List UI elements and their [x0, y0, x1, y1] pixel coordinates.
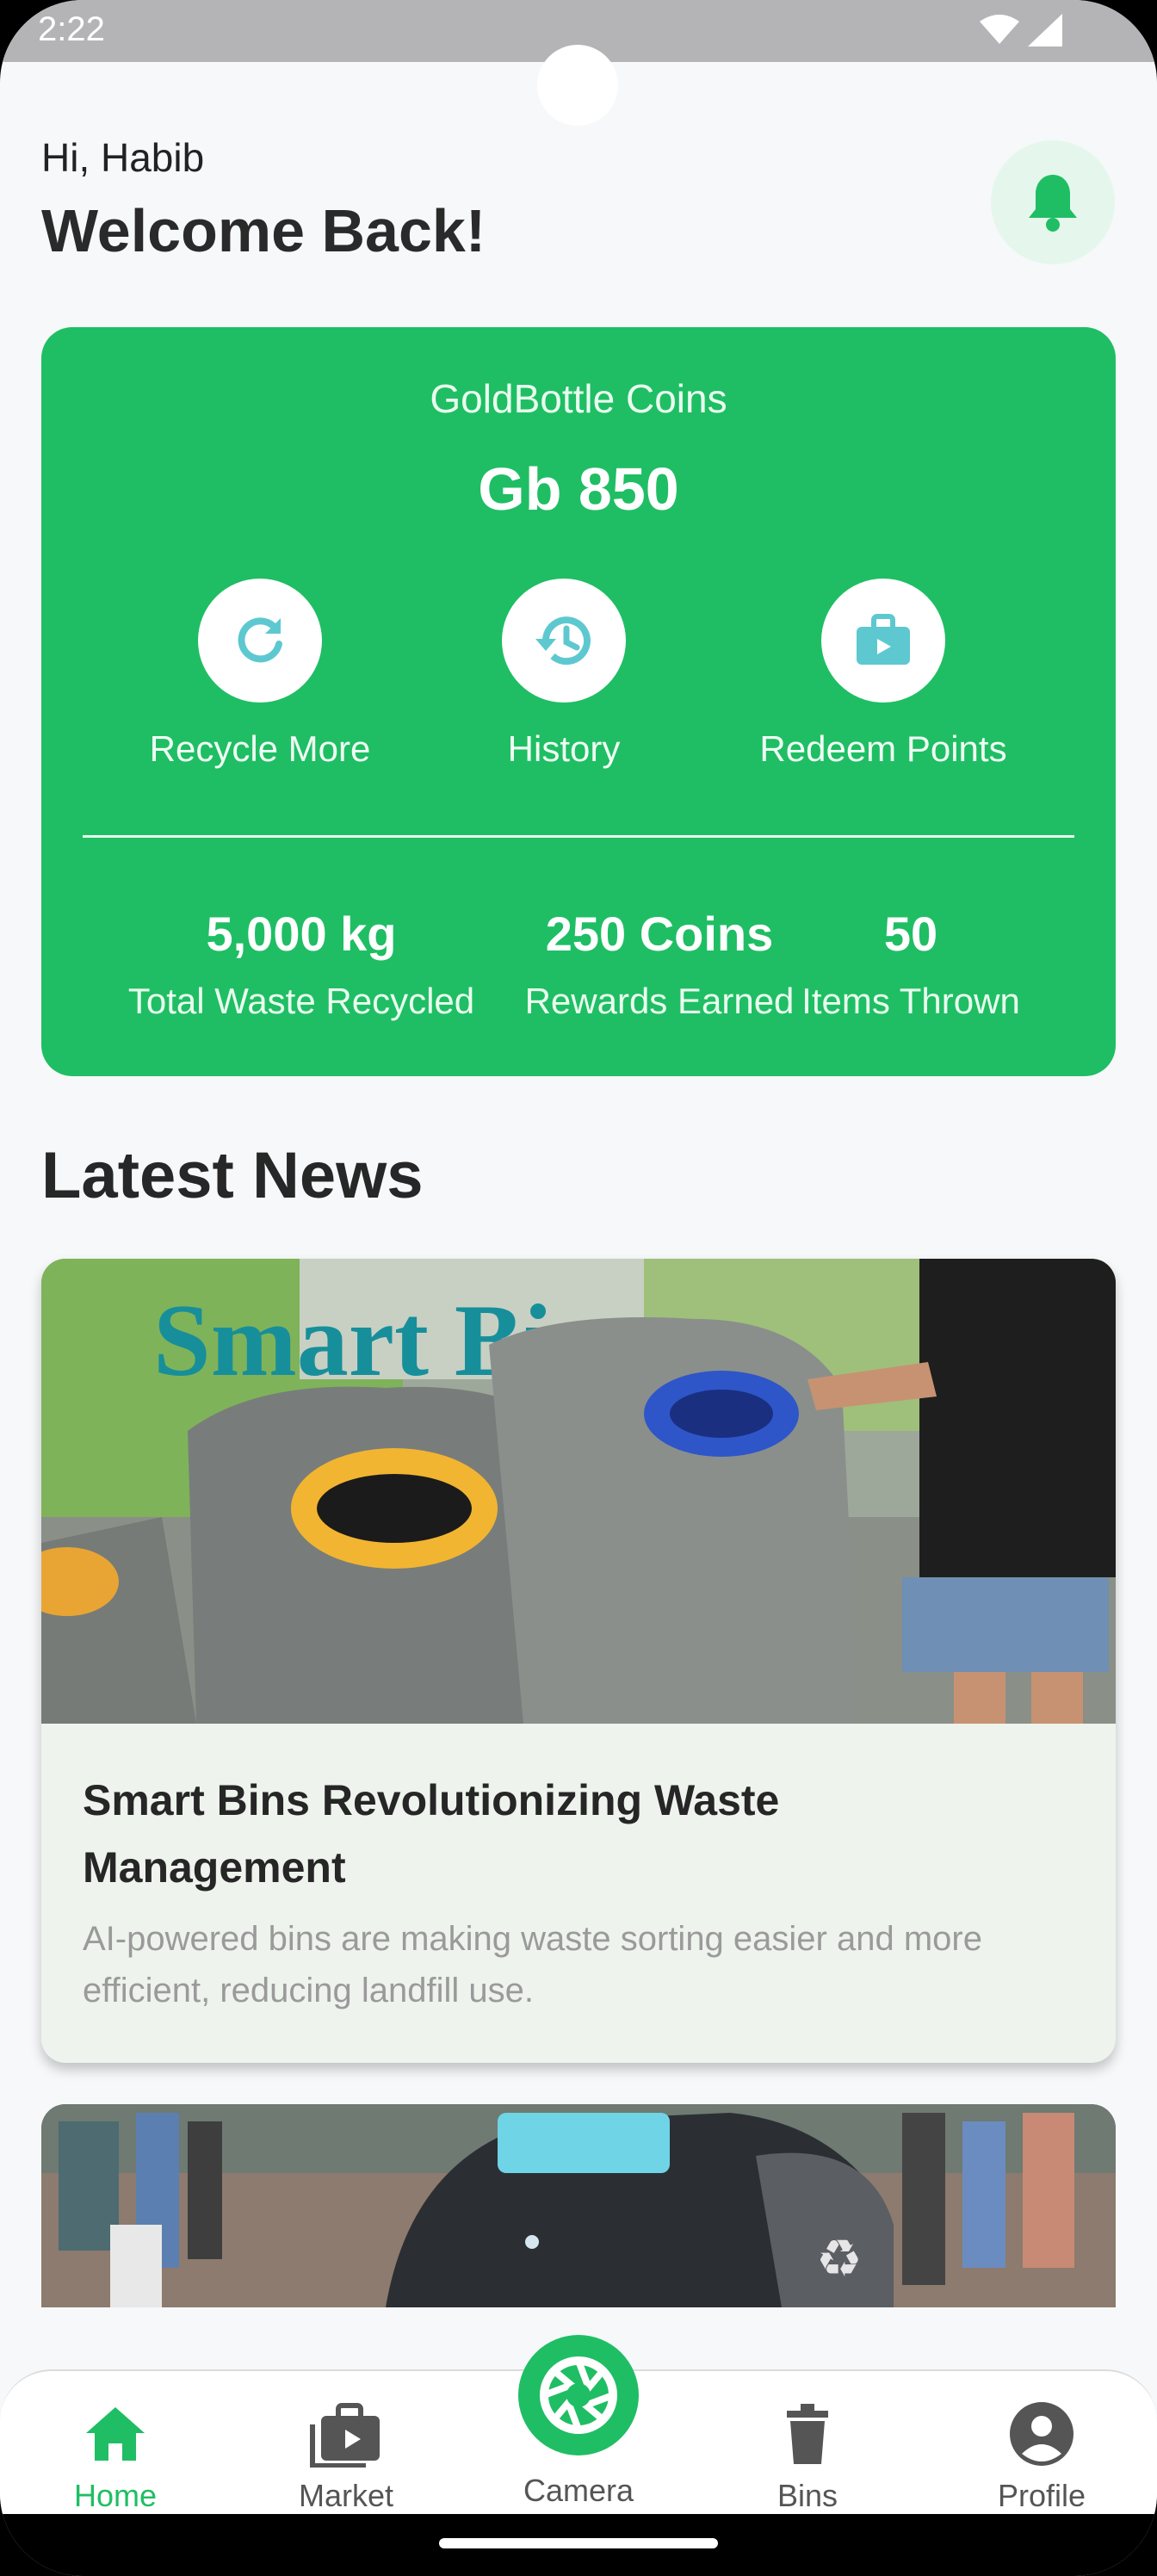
news-card[interactable]: Smart Bins Smart Bins Revolutionizing Wa… — [41, 1259, 1116, 2063]
market-icon — [310, 2403, 380, 2468]
history-button[interactable]: History — [426, 579, 702, 770]
news-heading: Latest News — [41, 1139, 424, 1212]
bell-icon — [1029, 175, 1077, 232]
briefcase-icon — [857, 614, 910, 665]
news-title: Smart Bins Revolutionizing Waste Managem… — [83, 1776, 780, 1892]
nav-home-label: Home — [73, 2478, 158, 2513]
stat-value: 5,000 kg — [206, 907, 397, 961]
stat-total-waste: 5,000 kg Total Waste Recycled — [112, 906, 491, 1022]
nav-market[interactable]: Market — [231, 2397, 461, 2514]
nav-bins-label: Bins — [776, 2478, 838, 2513]
front-camera — [537, 45, 618, 126]
news-image: Smart Bins — [41, 1259, 1116, 1724]
news-image: ♻ — [41, 2104, 1116, 2307]
recycle-symbol: ♻ — [816, 2229, 863, 2289]
nav-camera-label: Camera — [523, 2473, 634, 2508]
signal-icon — [1028, 14, 1062, 46]
phone-screen: 2:22 Hi, Habib Welcome Back! GoldBottle … — [0, 0, 1157, 2576]
redeem-points-label: Redeem Points — [759, 728, 1007, 769]
stat-label: Total Waste Recycled — [127, 981, 475, 1021]
redeem-points-button[interactable]: Redeem Points — [746, 579, 1021, 770]
coins-card: GoldBottle Coins Gb 850 Recycle More His… — [41, 327, 1116, 1076]
stat-value: 50 — [883, 907, 938, 961]
news-description: AI-powered bins are making waste sorting… — [83, 1920, 982, 2009]
greeting-text: Hi, Habib — [41, 135, 205, 180]
status-icons — [980, 14, 1062, 46]
nav-bins[interactable]: Bins — [692, 2397, 923, 2514]
stat-label: Items Thrown — [801, 981, 1020, 1021]
coins-balance: Gb 850 — [478, 455, 679, 523]
history-icon — [535, 616, 591, 666]
nav-home[interactable]: Home — [0, 2397, 231, 2514]
trash-icon — [787, 2404, 828, 2464]
refresh-icon — [238, 617, 282, 663]
camera-button[interactable] — [518, 2335, 639, 2455]
recycle-more-label: Recycle More — [149, 728, 371, 769]
home-icon — [86, 2407, 145, 2461]
notifications-button[interactable] — [991, 140, 1115, 264]
camera-shutter-icon — [540, 2356, 617, 2434]
recycle-more-button[interactable]: Recycle More — [122, 579, 398, 770]
nav-profile[interactable]: Profile — [926, 2397, 1157, 2514]
news-card[interactable]: ♻ — [41, 2104, 1116, 2307]
profile-icon — [1010, 2402, 1073, 2466]
page-title: Welcome Back! — [41, 197, 486, 264]
card-divider — [83, 835, 1074, 838]
status-time: 2:22 — [38, 10, 105, 48]
nav-profile-label: Profile — [997, 2478, 1086, 2513]
coins-label: GoldBottle Coins — [430, 376, 727, 421]
history-label: History — [507, 728, 621, 769]
home-gesture-bar[interactable] — [439, 2538, 718, 2548]
stat-items-thrown: 50 Items Thrown — [764, 906, 1057, 1022]
nav-market-label: Market — [298, 2478, 394, 2513]
wifi-icon — [980, 15, 1019, 44]
